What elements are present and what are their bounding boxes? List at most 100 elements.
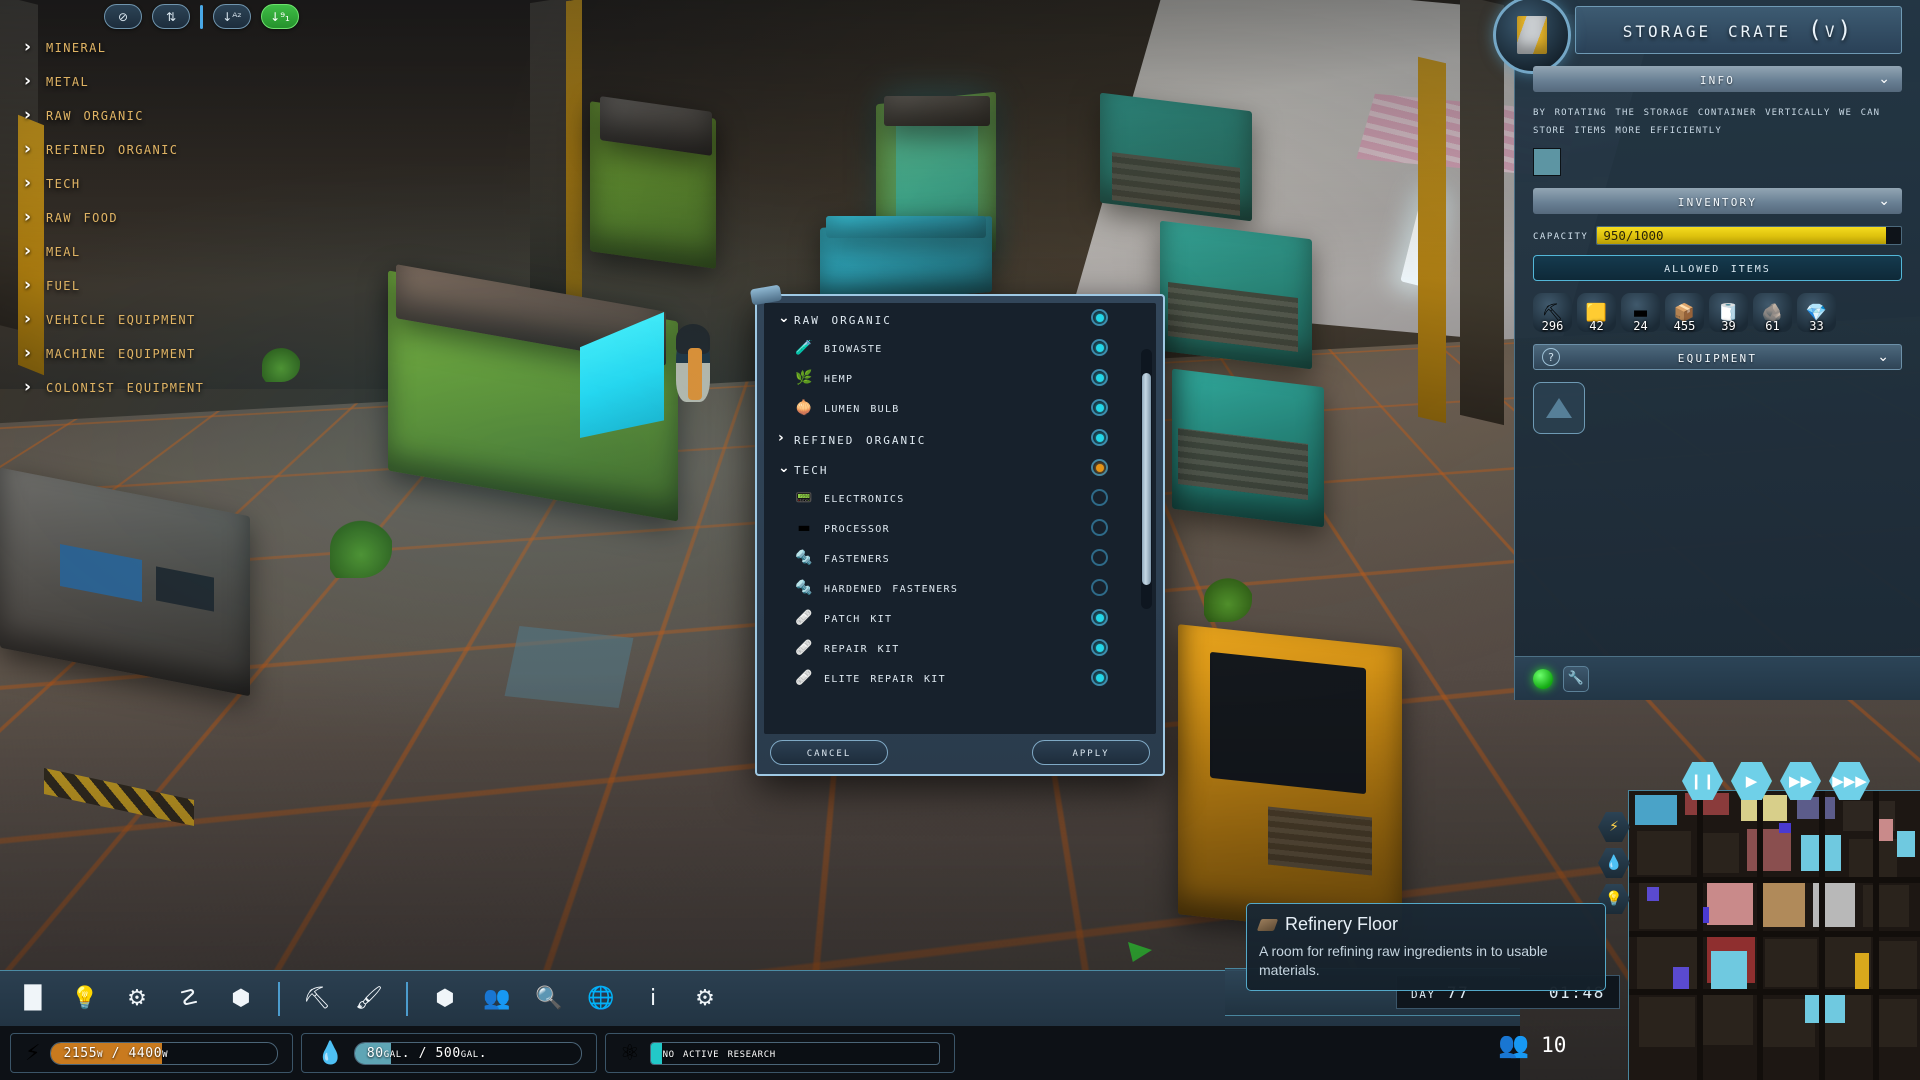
- allowed-items-scrollarea[interactable]: ⌄ Raw Organic 🧪 Biowaste 🌿 Hemp 🧅 Lumen Bulb › Re…: [764, 303, 1138, 734]
- sort-alpha-button[interactable]: ↓ᴬᶻ: [213, 4, 251, 29]
- gears-button[interactable]: ⚙: [122, 984, 152, 1014]
- allowed-group-row[interactable]: ⌄ Raw Organic: [764, 303, 1138, 333]
- tooltip-description: A room for refining raw ingredients in t…: [1259, 943, 1548, 978]
- allowed-item-row[interactable]: 📟 Electronics: [764, 483, 1138, 513]
- inventory-slot[interactable]: 📦 455: [1665, 293, 1704, 333]
- category-row[interactable]: › Mineral: [0, 30, 300, 64]
- allow-toggle[interactable]: [1091, 399, 1108, 416]
- allowed-item-row[interactable]: 🧪 Biowaste: [764, 333, 1138, 363]
- light-bulb-button[interactable]: 💡: [70, 984, 100, 1014]
- info-section-header[interactable]: Info ⌄: [1533, 66, 1902, 92]
- dialog-scrollbar[interactable]: [1141, 349, 1152, 609]
- inventory-item-count: 42: [1589, 319, 1604, 333]
- power-status-led[interactable]: [1533, 668, 1553, 689]
- search-globe-button[interactable]: 🔍: [534, 984, 564, 1014]
- allow-toggle[interactable]: [1091, 429, 1108, 446]
- inventory-slot[interactable]: 🪨 61: [1753, 293, 1792, 333]
- category-row[interactable]: › Metal: [0, 64, 300, 98]
- clear-filter-button[interactable]: ⊘: [104, 4, 142, 29]
- crate-button[interactable]: ⬢: [226, 984, 256, 1014]
- inventory-slot[interactable]: 💎 33: [1797, 293, 1836, 333]
- storage-crate-panel[interactable]: Storage Crate (V) Info ⌄ By rotating the…: [1493, 0, 1920, 700]
- category-row[interactable]: › Fuel: [0, 268, 300, 302]
- colonists-button[interactable]: 👥: [482, 984, 512, 1014]
- apply-button[interactable]: Apply: [1032, 740, 1150, 765]
- inventory-grid[interactable]: ⛏ 296 🟨 42 ▬ 24 📦 455 🧻 39 🪨 61 💎 33: [1533, 293, 1902, 333]
- category-row[interactable]: › Refined Organic: [0, 132, 300, 166]
- sort-toolbar[interactable]: ⊘ ⇅ ↓ᴬᶻ ↓⁹₁: [104, 4, 299, 29]
- allow-toggle[interactable]: [1091, 369, 1108, 386]
- overlay-toggle-stack[interactable]: ⚡ 💧 💡: [1598, 812, 1630, 914]
- category-row[interactable]: › Raw Organic: [0, 98, 300, 132]
- allow-toggle[interactable]: [1091, 639, 1108, 656]
- inventory-slot[interactable]: ▬ 24: [1621, 293, 1660, 333]
- inventory-slot[interactable]: 🟨 42: [1577, 293, 1616, 333]
- allowed-items-button[interactable]: Allowed Items: [1533, 255, 1902, 281]
- allowed-items-list[interactable]: ⌄ Raw Organic 🧪 Biowaste 🌿 Hemp 🧅 Lumen Bulb › Re…: [764, 303, 1156, 734]
- category-row[interactable]: › Tech: [0, 166, 300, 200]
- inventory-slot[interactable]: ⛏ 296: [1533, 293, 1572, 333]
- allowed-item-row[interactable]: ▬ Processor: [764, 513, 1138, 543]
- paint-button[interactable]: 🖌: [354, 984, 384, 1014]
- info-button[interactable]: i: [638, 984, 668, 1014]
- fastest-button[interactable]: ▶▶▶: [1829, 762, 1870, 800]
- allowed-item-row-wrap: 🧅 Lumen Bulb: [764, 393, 1138, 423]
- power-overlay-button[interactable]: ⚡: [1598, 812, 1630, 842]
- globe-button[interactable]: 🌐: [586, 984, 616, 1014]
- allowed-item-row[interactable]: 🔩 Fasteners: [764, 543, 1138, 573]
- category-row[interactable]: › Meal: [0, 234, 300, 268]
- sort-numeric-button[interactable]: ↓⁹₁: [261, 4, 299, 29]
- color-swatch[interactable]: [1533, 148, 1561, 176]
- allow-toggle[interactable]: [1091, 339, 1108, 356]
- allowed-item-row[interactable]: 🧅 Lumen Bulb: [764, 393, 1138, 423]
- equipment-section-header[interactable]: ? Equipment ⌄: [1533, 344, 1902, 370]
- category-row[interactable]: › Machine Equipment: [0, 336, 300, 370]
- allow-toggle[interactable]: [1091, 669, 1108, 686]
- resource-status-bar[interactable]: ⚡ 2155W / 4400W 💧 80Gal. / 500Gal. ⚛ No …: [0, 1026, 1520, 1080]
- cancel-button[interactable]: Cancel: [770, 740, 888, 765]
- settings-button[interactable]: ⚙: [690, 984, 720, 1014]
- mining-pick-button[interactable]: ⛏: [302, 984, 332, 1014]
- allowed-item-row[interactable]: 🩹 Patch Kit: [764, 603, 1138, 633]
- allow-toggle[interactable]: [1091, 579, 1108, 596]
- chevron-right-icon: ›: [24, 104, 32, 125]
- cube-button[interactable]: ⬢: [430, 984, 460, 1014]
- sort-toggle-button[interactable]: ⇅: [152, 4, 190, 29]
- resource-pillar-button[interactable]: █: [18, 984, 48, 1014]
- minimap[interactable]: [1628, 790, 1920, 1080]
- allowed-item-row[interactable]: 🩹 Repair Kit: [764, 633, 1138, 663]
- play-button[interactable]: ▶: [1731, 762, 1772, 800]
- inventory-slot[interactable]: 🧻 39: [1709, 293, 1748, 333]
- category-row[interactable]: › Raw Food: [0, 200, 300, 234]
- water-overlay-button[interactable]: 💧: [1598, 848, 1630, 878]
- play-icon: ▶: [1745, 772, 1758, 790]
- category-list[interactable]: › Mineral › Metal › Raw Organic › Refined Organ…: [0, 30, 300, 404]
- allow-toggle[interactable]: [1091, 609, 1108, 626]
- allow-toggle[interactable]: [1091, 459, 1108, 476]
- allowed-group-row[interactable]: ⌄ Tech: [764, 453, 1138, 483]
- allowed-item-row[interactable]: 🔩 Hardened Fasteners: [764, 573, 1138, 603]
- fast-button[interactable]: ▶▶: [1780, 762, 1821, 800]
- category-row[interactable]: › Colonist Equipment: [0, 370, 300, 404]
- equipment-slot[interactable]: [1533, 382, 1585, 434]
- allow-toggle[interactable]: [1091, 489, 1108, 506]
- speed-controls[interactable]: ❙❙ ▶ ▶▶ ▶▶▶: [1682, 762, 1870, 800]
- research-status[interactable]: ⚛ No Active Research: [604, 1033, 955, 1073]
- minimap-block: [1637, 831, 1691, 875]
- allow-toggle[interactable]: [1091, 519, 1108, 536]
- allow-toggle[interactable]: [1091, 549, 1108, 566]
- dialog-scroll-thumb[interactable]: [1142, 373, 1151, 585]
- help-icon[interactable]: ?: [1542, 348, 1560, 366]
- settings-footer-button[interactable]: 🔧: [1563, 665, 1589, 692]
- water-status[interactable]: 💧 80Gal. / 500Gal.: [301, 1033, 597, 1073]
- allowed-group-row[interactable]: › Refined Organic: [764, 423, 1138, 453]
- allow-toggle[interactable]: [1091, 309, 1108, 326]
- pause-button[interactable]: ❙❙: [1682, 762, 1723, 800]
- inventory-section-header[interactable]: Inventory ⌄: [1533, 188, 1902, 214]
- power-status[interactable]: ⚡ 2155W / 4400W: [10, 1033, 294, 1073]
- category-row[interactable]: › Vehicle Equipment: [0, 302, 300, 336]
- allowed-items-dialog[interactable]: ⌄ Raw Organic 🧪 Biowaste 🌿 Hemp 🧅 Lumen Bulb › Re…: [755, 294, 1165, 776]
- allowed-item-row[interactable]: 🩹 Elite Repair Kit: [764, 663, 1138, 693]
- lamp-button[interactable]: ☡: [174, 984, 204, 1014]
- allowed-item-row[interactable]: 🌿 Hemp: [764, 363, 1138, 393]
